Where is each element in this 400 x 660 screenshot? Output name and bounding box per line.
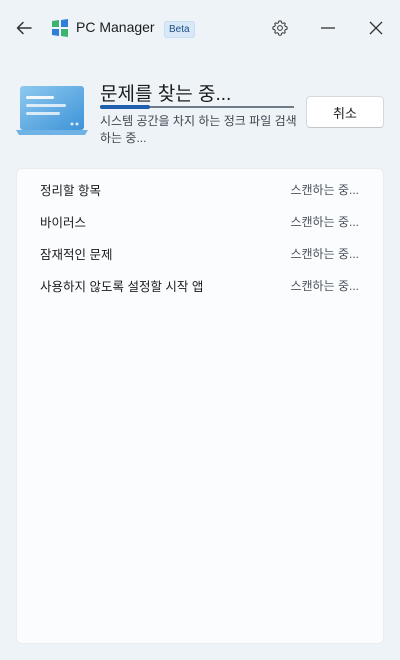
title-bar: PC Manager Beta [0, 0, 400, 56]
result-status: 스캔하는 중... [290, 214, 359, 229]
scan-results-panel: 정리할 항목 스캔하는 중... 바이러스 스캔하는 중... 잠재적인 문제 … [16, 168, 384, 644]
result-row-cleanup[interactable]: 정리할 항목 스캔하는 중... [17, 173, 383, 205]
gear-icon [272, 20, 288, 36]
scan-progress-bar [100, 105, 294, 109]
pc-manager-logo-icon [52, 19, 68, 37]
close-button[interactable] [360, 14, 392, 42]
result-label: 사용하지 않도록 설정할 시작 앱 [40, 279, 204, 294]
result-row-startup-apps[interactable]: 사용하지 않도록 설정할 시작 앱 스캔하는 중... [17, 269, 383, 301]
minimize-icon [321, 27, 335, 29]
result-label: 바이러스 [40, 215, 87, 230]
app-name: PC Manager [76, 19, 155, 35]
result-status: 스캔하는 중... [290, 246, 359, 261]
minimize-button[interactable] [312, 14, 344, 42]
result-label: 정리할 항목 [40, 183, 101, 198]
scan-title: 문제를 찾는 중... [100, 84, 232, 105]
result-row-potential-issues[interactable]: 잠재적인 문제 스캔하는 중... [17, 237, 383, 269]
arrow-left-icon [16, 21, 32, 35]
result-label: 잠재적인 문제 [40, 247, 113, 262]
result-status: 스캔하는 중... [290, 182, 359, 197]
close-icon [369, 21, 383, 35]
settings-button[interactable] [264, 14, 296, 42]
beta-badge: Beta [164, 21, 195, 38]
laptop-scan-illustration [16, 86, 88, 135]
scan-subtitle: 시스템 공간을 차지 하는 정크 파일 검색하는 중... [100, 114, 297, 145]
result-row-virus[interactable]: 바이러스 스캔하는 중... [17, 205, 383, 237]
scan-progress-fill [100, 105, 151, 109]
result-status: 스캔하는 중... [290, 278, 359, 293]
back-button[interactable] [10, 14, 38, 42]
cancel-button[interactable]: 취소 [306, 96, 384, 128]
